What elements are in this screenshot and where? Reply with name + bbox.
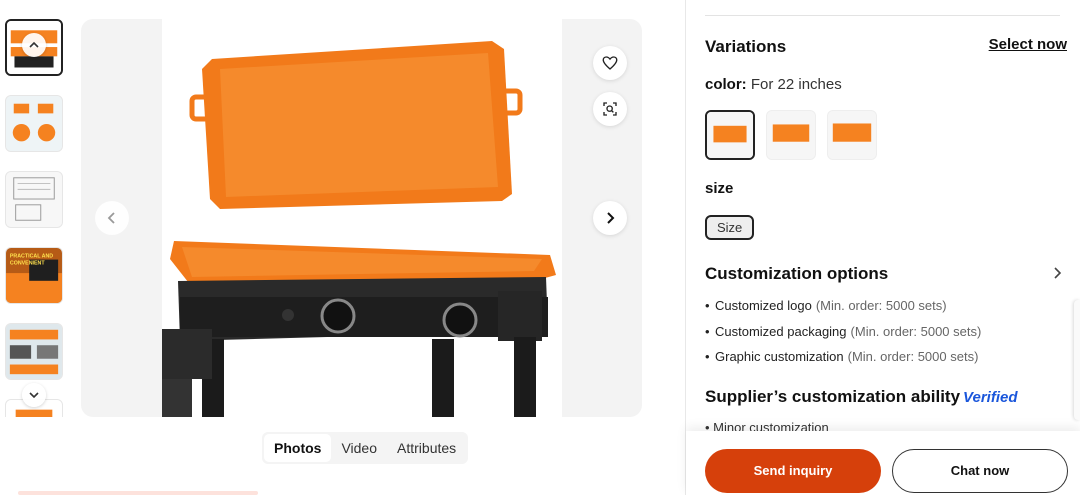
thumbnail-4-text-1: PRACTICAL AND	[10, 254, 53, 260]
color-swatch-3[interactable]	[827, 110, 877, 160]
thumbnail-5-image	[6, 324, 62, 379]
thumbnail-2-image	[6, 96, 62, 151]
size-option[interactable]: Size	[705, 215, 755, 240]
thumbnail-2[interactable]	[5, 95, 63, 152]
color-value: For 22 inches	[750, 76, 842, 93]
favorite-button[interactable]	[593, 46, 627, 80]
swatch-2-image	[767, 111, 815, 159]
chevron-right-icon	[607, 212, 615, 224]
chevron-down-icon	[29, 392, 39, 399]
list-item: • Customized packaging (Min. order: 5000 s…	[705, 323, 982, 339]
select-now-link[interactable]: Select now	[989, 36, 1067, 53]
color-selection-line: color: For 22 inches	[705, 76, 842, 93]
griddle-mat-product-image	[162, 41, 556, 417]
thumbnail-4-image: PRACTICAL AND CONVENIENT	[6, 248, 62, 303]
list-item: • Graphic customization (Min. order: 5000 …	[705, 349, 979, 364]
supplier-customization-title: Supplier’s customization ability Verified	[705, 387, 1018, 407]
send-inquiry-button[interactable]: Send inquiry	[705, 449, 881, 493]
thumbnails-up-button[interactable]	[22, 33, 46, 57]
option-moq: (Min. order: 5000 sets)	[815, 298, 947, 313]
image-search-button[interactable]	[593, 92, 627, 126]
main-product-image[interactable]	[162, 19, 562, 417]
thumbnail-strip: PRACTICAL AND CONVENIENT	[5, 19, 64, 417]
customization-title: Customization options	[705, 264, 889, 283]
color-swatch-2[interactable]	[766, 110, 816, 160]
verified-v: V	[963, 389, 973, 406]
option-label: Graphic customization	[715, 349, 844, 364]
option-moq: (Min. order: 5000 sets)	[847, 349, 979, 364]
variations-title: Variations	[705, 37, 787, 56]
main-image-stage	[81, 19, 642, 417]
thumbnail-3[interactable]	[5, 171, 63, 228]
action-bar: Send inquiry Chat now	[686, 431, 1080, 495]
thumbnails-down-button[interactable]	[22, 383, 46, 407]
tab-video[interactable]: Video	[331, 434, 387, 462]
side-drawer-handle[interactable]	[1074, 300, 1080, 420]
option-moq: (Min. order: 5000 sets)	[850, 323, 982, 339]
thumbnail-3-image	[6, 172, 62, 227]
page-bottom-accent	[18, 491, 258, 495]
verified-text: erified	[972, 389, 1018, 406]
swatch-3-image	[828, 111, 876, 159]
color-label: color:	[705, 76, 747, 93]
image-search-icon	[603, 102, 617, 116]
verified-badge: Verified	[963, 389, 1017, 406]
previous-image-button[interactable]	[95, 201, 129, 235]
list-item: • Customized logo (Min. order: 5000 sets)	[705, 298, 947, 313]
chevron-left-icon	[107, 212, 115, 224]
chevron-right-icon[interactable]	[1050, 266, 1064, 280]
divider	[705, 15, 1060, 16]
supplier-title-text: Supplier’s customization ability	[705, 387, 961, 406]
heart-icon	[602, 56, 618, 70]
thumbnail-5[interactable]	[5, 323, 63, 380]
color-swatch-1[interactable]	[705, 110, 755, 160]
swatch-1-image	[707, 112, 753, 158]
tab-photos[interactable]: Photos	[264, 434, 332, 462]
thumbnail-4[interactable]: PRACTICAL AND CONVENIENT	[5, 247, 63, 304]
chat-now-button[interactable]: Chat now	[892, 449, 1068, 493]
thumbnail-4-text-2: CONVENIENT	[10, 260, 45, 266]
chevron-up-icon	[29, 41, 39, 48]
next-image-button[interactable]	[593, 201, 627, 235]
option-label: Customized packaging	[715, 323, 847, 339]
media-tabs: Photos Video Attributes	[262, 432, 469, 464]
customization-options-list: • Customized logo (Min. order: 5000 sets) …	[705, 296, 981, 373]
product-options-panel: Variations Select now color: For 22 inch…	[685, 0, 1080, 495]
size-label: size	[705, 180, 734, 197]
tab-attributes[interactable]: Attributes	[387, 434, 466, 462]
option-label: Customized logo	[715, 298, 812, 313]
